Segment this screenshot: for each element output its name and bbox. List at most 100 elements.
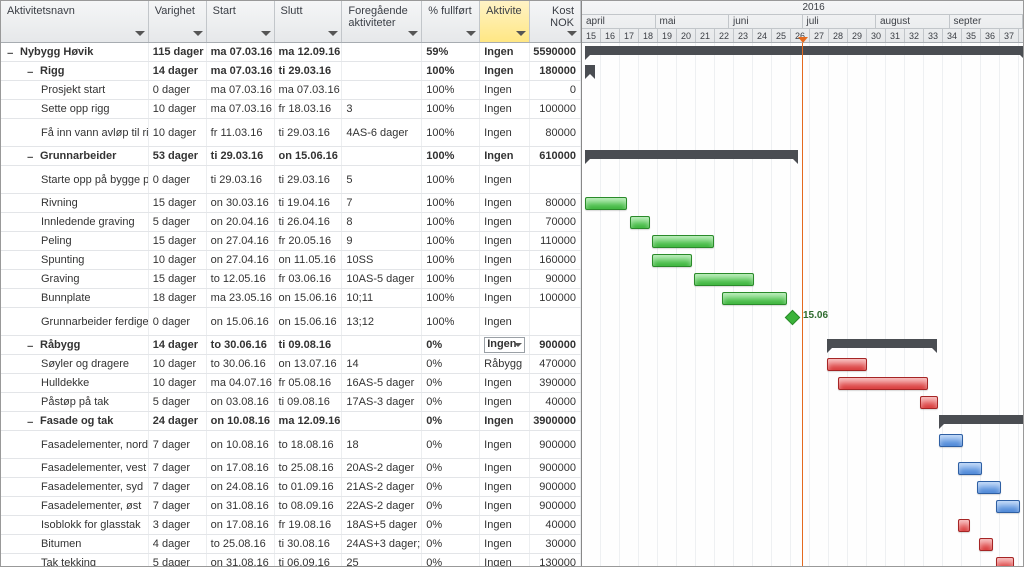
filter-icon[interactable]: [567, 31, 577, 39]
cell[interactable]: 5: [342, 166, 422, 193]
cell[interactable]: on 15.06.16: [275, 289, 343, 307]
cell[interactable]: ti 09.08.16: [275, 393, 343, 411]
cell[interactable]: 4 dager: [149, 535, 207, 553]
cell-activity[interactable]: Ingen: [480, 308, 530, 335]
summary-bar[interactable]: [939, 415, 1023, 424]
cell-cost[interactable]: [530, 166, 581, 193]
cell[interactable]: 0 dager: [149, 166, 207, 193]
cell-cost[interactable]: 470000: [530, 355, 581, 373]
cell[interactable]: 21AS-2 dager: [342, 478, 422, 496]
cell[interactable]: ti 19.04.16: [275, 194, 343, 212]
task-bar[interactable]: [652, 254, 692, 267]
task-bar[interactable]: [630, 216, 650, 229]
cell[interactable]: 100%: [422, 194, 480, 212]
cell[interactable]: 20AS-2 dager: [342, 459, 422, 477]
cell-cost[interactable]: 100000: [530, 100, 581, 118]
cell-cost[interactable]: 130000: [530, 554, 581, 566]
col-cost[interactable]: Kost NOK: [530, 1, 581, 42]
filter-icon[interactable]: [261, 31, 271, 39]
cell[interactable]: 100%: [422, 232, 480, 250]
cell-cost[interactable]: 100000: [530, 289, 581, 307]
cell[interactable]: on 11.05.16: [275, 251, 343, 269]
cell-activity[interactable]: Ingen: [480, 62, 530, 80]
cell-cost[interactable]: 0: [530, 81, 581, 99]
cell[interactable]: 0%: [422, 374, 480, 392]
cell[interactable]: 18: [342, 431, 422, 458]
task-bar[interactable]: [827, 358, 867, 371]
cell[interactable]: 15 dager: [149, 194, 207, 212]
cell[interactable]: 5 dager: [149, 554, 207, 566]
table-row[interactable]: Bunnplate18 dagerma 23.05.16on 15.06.161…: [1, 289, 581, 308]
table-row[interactable]: Rivning15 dageron 30.03.16ti 19.04.16710…: [1, 194, 581, 213]
cell[interactable]: 100%: [422, 270, 480, 288]
cell[interactable]: 15 dager: [149, 232, 207, 250]
cell-activity[interactable]: Ingen: [480, 100, 530, 118]
cell[interactable]: to 08.09.16: [275, 497, 343, 515]
cell-activity[interactable]: Ingen: [480, 270, 530, 288]
cell[interactable]: ti 09.08.16: [275, 336, 343, 354]
cell[interactable]: 7 dager: [149, 459, 207, 477]
task-bar[interactable]: [920, 396, 938, 409]
cell[interactable]: ti 29.03.16: [275, 62, 343, 80]
cell[interactable]: ti 06.09.16: [275, 554, 343, 566]
cell[interactable]: on 20.04.16: [207, 213, 275, 231]
cell[interactable]: 0%: [422, 516, 480, 534]
cell[interactable]: [342, 336, 422, 354]
cell[interactable]: 10SS: [342, 251, 422, 269]
cell[interactable]: 10;11: [342, 289, 422, 307]
table-row[interactable]: Påstøp på tak5 dageron 03.08.16ti 09.08.…: [1, 393, 581, 412]
task-bar[interactable]: [694, 273, 754, 286]
cell[interactable]: 0%: [422, 412, 480, 430]
col-pred[interactable]: Foregående aktiviteter: [342, 1, 422, 42]
cell[interactable]: 15 dager: [149, 270, 207, 288]
cell[interactable]: on 03.08.16: [207, 393, 275, 411]
cell[interactable]: fr 05.08.16: [275, 374, 343, 392]
collapse-icon[interactable]: [7, 48, 16, 57]
cell-cost[interactable]: 610000: [530, 147, 581, 165]
task-bar[interactable]: [977, 481, 1001, 494]
cell[interactable]: to 25.08.16: [275, 459, 343, 477]
cell-cost[interactable]: 90000: [530, 270, 581, 288]
cell-cost[interactable]: 110000: [530, 232, 581, 250]
col-activity[interactable]: Aktivite: [480, 1, 530, 42]
cell-activity[interactable]: Ingen: [480, 478, 530, 496]
activity-dropdown[interactable]: Ingen: [484, 337, 525, 353]
table-row[interactable]: Fasadelementer, nord7 dageron 10.08.16to…: [1, 431, 581, 459]
table-row[interactable]: Søyler og dragere10 dagerto 30.06.16on 1…: [1, 355, 581, 374]
cell-activity[interactable]: Ingen: [480, 251, 530, 269]
table-row[interactable]: Fasade og tak24 dageron 10.08.16ma 12.09…: [1, 412, 581, 431]
cell[interactable]: 14 dager: [149, 336, 207, 354]
cell[interactable]: to 30.06.16: [207, 336, 275, 354]
collapse-icon[interactable]: [27, 67, 36, 76]
cell[interactable]: 10 dager: [149, 119, 207, 146]
cell[interactable]: [342, 43, 422, 61]
cell[interactable]: ti 29.03.16: [207, 147, 275, 165]
table-row[interactable]: Innledende graving5 dageron 20.04.16ti 2…: [1, 213, 581, 232]
cell-activity[interactable]: Ingen: [480, 194, 530, 212]
cell[interactable]: 9: [342, 232, 422, 250]
cell[interactable]: 100%: [422, 213, 480, 231]
cell[interactable]: ma 12.09.16: [275, 412, 343, 430]
filter-icon[interactable]: [328, 31, 338, 39]
summary-bar[interactable]: [585, 150, 798, 159]
cell[interactable]: fr 03.06.16: [275, 270, 343, 288]
col-end[interactable]: Slutt: [275, 1, 343, 42]
summary-bar[interactable]: [585, 65, 595, 74]
cell[interactable]: fr 19.08.16: [275, 516, 343, 534]
cell-activity[interactable]: Ingen: [480, 232, 530, 250]
cell[interactable]: on 27.04.16: [207, 251, 275, 269]
cell[interactable]: fr 20.05.16: [275, 232, 343, 250]
task-bar[interactable]: [722, 292, 787, 305]
cell[interactable]: 24AS+3 dager;18: [342, 535, 422, 553]
cell[interactable]: 0%: [422, 355, 480, 373]
cell[interactable]: 0%: [422, 535, 480, 553]
table-row[interactable]: Isoblokk for glasstak3 dageron 17.08.16f…: [1, 516, 581, 535]
cell[interactable]: ti 29.03.16: [207, 166, 275, 193]
cell[interactable]: 4AS-6 dager: [342, 119, 422, 146]
cell[interactable]: ma 07.03.16: [207, 43, 275, 61]
cell-activity[interactable]: Ingen: [480, 336, 530, 354]
cell[interactable]: 5 dager: [149, 213, 207, 231]
table-row[interactable]: Bitumen4 dagerto 25.08.16ti 30.08.1624AS…: [1, 535, 581, 554]
cell-cost[interactable]: 900000: [530, 431, 581, 458]
cell[interactable]: ma 23.05.16: [207, 289, 275, 307]
